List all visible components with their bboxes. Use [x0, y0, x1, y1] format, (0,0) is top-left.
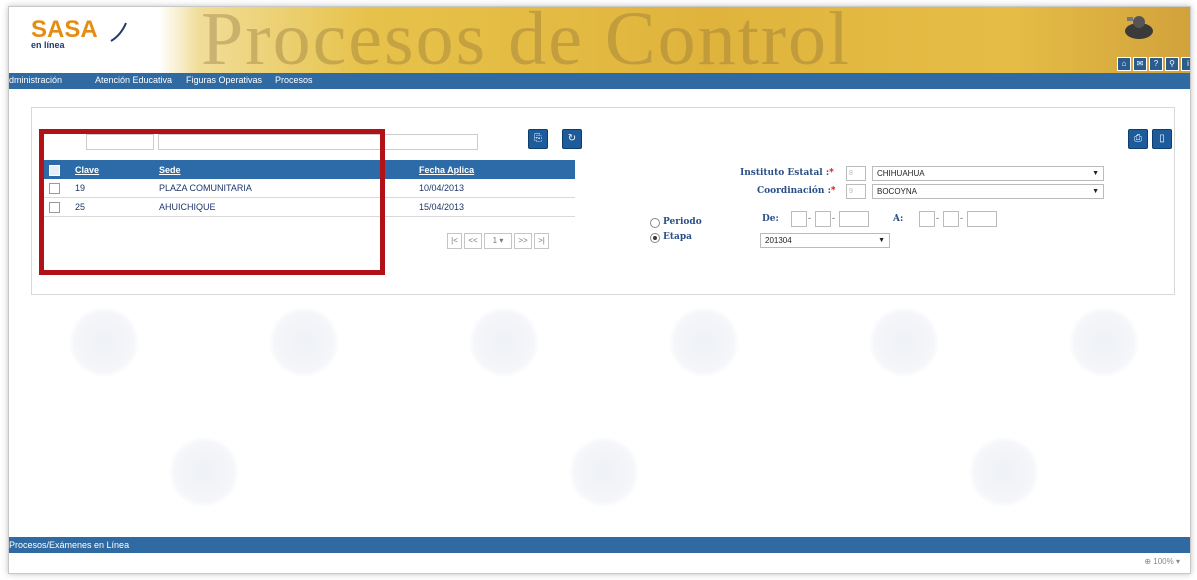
de-label: De: — [762, 214, 779, 224]
next-page-button[interactable]: >> — [514, 233, 532, 249]
de-year-input[interactable] — [839, 211, 869, 227]
search-icon[interactable]: ⚲ — [1165, 57, 1179, 71]
menu-item-figuras-operativas[interactable]: Figuras Operativas — [186, 75, 262, 85]
coordinacion-label: Coordinación :* — [757, 186, 836, 196]
app-window: SASA en línea Procesos de Control ⌂ ✉ ? … — [8, 6, 1191, 574]
mail-icon[interactable]: ✉ — [1133, 57, 1147, 71]
header-banner: SASA en línea Procesos de Control ⌂ ✉ ? … — [9, 7, 1190, 79]
chevron-down-icon: ▼ — [878, 237, 885, 244]
last-page-button[interactable]: >| — [534, 233, 549, 249]
background-decoration — [569, 437, 639, 507]
print-button[interactable]: ⎙ — [1128, 129, 1148, 149]
menu-item-atencion-educativa[interactable]: Atención Educativa — [95, 75, 172, 85]
menu-item-administracion[interactable]: dministración — [9, 75, 62, 85]
coordinacion-label-text: Coordinación : — [757, 186, 831, 196]
refresh-button[interactable]: ↻ — [562, 129, 582, 149]
periodo-label: Periodo — [663, 217, 702, 227]
info-icon[interactable]: i — [1181, 57, 1190, 71]
required-mark: * — [830, 186, 836, 196]
sasa-logo[interactable]: SASA en línea — [31, 16, 127, 50]
etapa-label: Etapa — [663, 232, 692, 242]
coordinacion-value: BOCOYNA — [877, 187, 918, 196]
date-separator: - — [832, 213, 835, 223]
etapa-select[interactable]: 201304 ▼ — [760, 233, 890, 248]
a-day-input[interactable] — [919, 211, 935, 227]
date-separator: - — [960, 213, 963, 223]
periodo-radio[interactable] — [650, 218, 660, 228]
logo-text: SASA — [31, 16, 98, 43]
background-decoration — [1069, 307, 1139, 377]
cell-fecha: 10/04/2013 — [419, 183, 465, 193]
export-icon: ⎘ — [534, 133, 542, 144]
coordinacion-code-input[interactable]: 9 — [846, 184, 866, 199]
main-menu: dministración Atención Educativa Figuras… — [9, 73, 1190, 89]
instituto-label-text: Instituto Estatal : — [740, 168, 830, 178]
instituto-label: Instituto Estatal :* — [740, 168, 834, 178]
highlight-box — [39, 129, 385, 275]
required-mark: * — [829, 168, 834, 178]
mascot-icon — [1125, 16, 1153, 39]
instituto-value: CHIHUAHUA — [877, 169, 925, 178]
background-decoration — [69, 307, 139, 377]
background-decoration — [269, 307, 339, 377]
a-year-input[interactable] — [967, 211, 997, 227]
header-icon-bar: ⌂ ✉ ? ⚲ i — [1117, 57, 1190, 71]
page-select[interactable]: 1 ▾ — [484, 233, 512, 249]
document-button[interactable]: ▯ — [1152, 129, 1172, 149]
banner-title: Procesos de Control — [201, 6, 852, 81]
chevron-down-icon: ▼ — [1092, 188, 1099, 195]
instituto-code-input[interactable]: 8 — [846, 166, 866, 181]
etapa-radio[interactable] — [650, 233, 660, 243]
help-icon[interactable]: ? — [1149, 57, 1163, 71]
background-decoration — [869, 307, 939, 377]
etapa-value: 201304 — [765, 236, 792, 245]
prev-page-button[interactable]: << — [464, 233, 482, 249]
footer-text: Procesos/Exámenes en Línea — [9, 540, 130, 550]
de-month-input[interactable] — [815, 211, 831, 227]
menu-item-procesos[interactable]: Procesos — [275, 75, 313, 85]
a-month-input[interactable] — [943, 211, 959, 227]
zoom-level: 100% — [1153, 557, 1174, 566]
status-bar: Procesos/Exámenes en Línea — [9, 537, 1190, 553]
a-label: A: — [893, 214, 904, 224]
cell-fecha: 15/04/2013 — [419, 202, 465, 212]
background-decoration — [669, 307, 739, 377]
zoom-indicator[interactable]: ⊕ 100% ▾ — [1144, 557, 1180, 566]
chevron-down-icon: ▼ — [1092, 170, 1099, 177]
date-separator: - — [808, 213, 811, 223]
logo-swoosh-icon — [110, 22, 127, 42]
instituto-select[interactable]: CHIHUAHUA ▼ — [872, 166, 1104, 181]
export-button[interactable]: ⎘ — [528, 129, 548, 149]
grid-pager: |< << 1 ▾ >> >| — [447, 233, 549, 249]
first-page-button[interactable]: |< — [447, 233, 462, 249]
background-decoration — [969, 437, 1039, 507]
coordinacion-select[interactable]: BOCOYNA ▼ — [872, 184, 1104, 199]
column-header-fecha-aplica[interactable]: Fecha Aplica — [419, 165, 474, 175]
refresh-icon: ↻ — [567, 133, 577, 144]
background-decoration — [169, 437, 239, 507]
date-separator: - — [936, 213, 939, 223]
home-icon[interactable]: ⌂ — [1117, 57, 1131, 71]
de-day-input[interactable] — [791, 211, 807, 227]
page-number: 1 — [492, 236, 498, 245]
background-decoration — [469, 307, 539, 377]
print-icon: ⎙ — [1134, 133, 1142, 144]
document-icon: ▯ — [1159, 133, 1165, 144]
